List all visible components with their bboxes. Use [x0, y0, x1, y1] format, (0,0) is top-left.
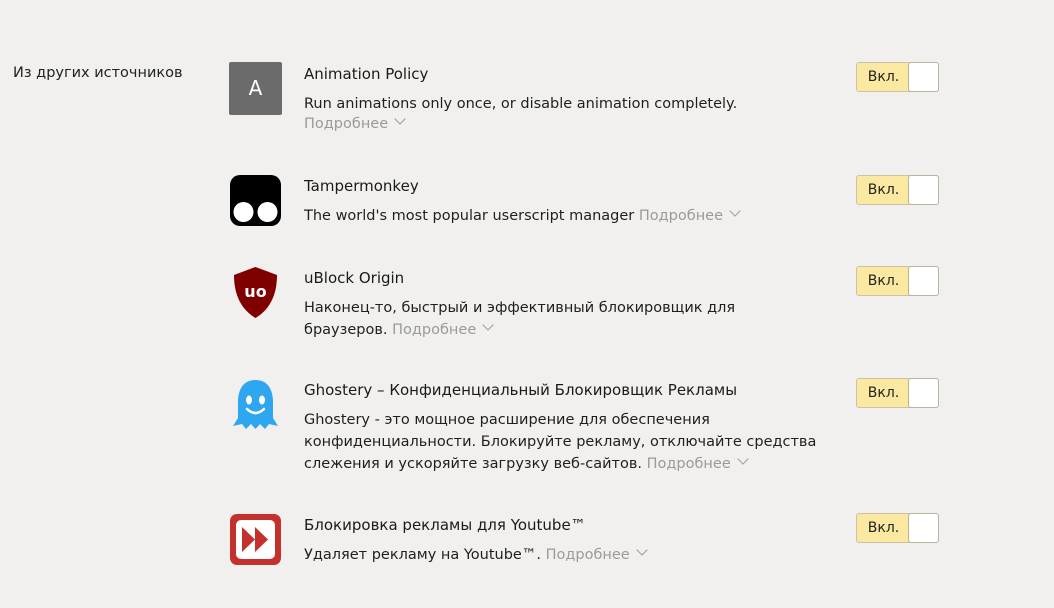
extension-description-line: конфиденциальности. Блокируйте рекламу, …: [304, 434, 817, 450]
enable-toggle[interactable]: Вкл.: [856, 62, 939, 92]
toggle-knob: [908, 175, 939, 205]
youtube-adblock-icon: [229, 513, 282, 566]
extension-description-line: Ghostery - это мощное расширение для обе…: [304, 412, 710, 428]
more-link[interactable]: Подробнее: [304, 113, 406, 132]
toggle-label: Вкл.: [867, 69, 900, 85]
chevron-down-icon: [636, 544, 648, 556]
enable-toggle[interactable]: Вкл.: [856, 513, 939, 543]
tampermonkey-icon: [229, 174, 282, 227]
enable-toggle[interactable]: Вкл.: [856, 378, 939, 408]
toggle-label: Вкл.: [867, 182, 900, 198]
extension-description-line: Наконец-то, быстрый и эффективный блокир…: [304, 300, 736, 316]
icon-letter: A: [248, 76, 263, 100]
extension-description: Run animations only once, or disable ani…: [304, 96, 738, 112]
ublock-shield-icon: uo: [229, 266, 282, 319]
letter-a-icon: A: [229, 62, 282, 115]
toggle-label: Вкл.: [867, 385, 900, 401]
toggle-knob: [908, 266, 939, 296]
extension-title: uBlock Origin: [304, 269, 405, 287]
extension-description-line: браузеров.: [304, 322, 388, 338]
toggle-label: Вкл.: [867, 273, 900, 289]
chevron-down-icon: [729, 205, 741, 217]
ghost-icon: [229, 378, 282, 431]
more-link[interactable]: Подробнее: [545, 544, 648, 563]
chevron-down-icon: [737, 453, 749, 465]
extension-title: Animation Policy: [304, 65, 429, 83]
chevron-down-icon: [394, 113, 406, 125]
extension-description-line: слежения и ускоряйте загрузку веб-сайтов…: [304, 456, 642, 472]
more-link[interactable]: Подробнее: [646, 453, 749, 472]
more-link-label: Подробнее: [545, 547, 630, 563]
toggle-knob: [908, 62, 939, 92]
more-link-label: Подробнее: [392, 322, 477, 338]
more-link-label: Подробнее: [646, 456, 731, 472]
extension-title: Блокировка рекламы для Youtube™: [304, 516, 586, 534]
svg-text:uo: uo: [244, 282, 266, 301]
enable-toggle[interactable]: Вкл.: [856, 175, 939, 205]
more-link[interactable]: Подробнее: [638, 205, 741, 224]
more-link[interactable]: Подробнее: [392, 319, 494, 338]
chevron-down-icon: [482, 319, 494, 331]
extension-description: Удаляет рекламу на Youtube™.: [304, 547, 541, 563]
extension-title: Tampermonkey: [304, 177, 419, 195]
toggle-knob: [908, 378, 939, 408]
extension-description: The world's most popular userscript mana…: [304, 208, 635, 224]
enable-toggle[interactable]: Вкл.: [856, 266, 939, 296]
toggle-label: Вкл.: [867, 520, 900, 536]
extension-title: Ghostery – Конфиденциальный Блокировщик …: [304, 381, 738, 399]
section-label: Из других источников: [13, 65, 183, 81]
toggle-knob: [908, 513, 939, 543]
more-link-label: Подробнее: [638, 208, 724, 224]
more-link-label: Подробнее: [304, 116, 389, 132]
